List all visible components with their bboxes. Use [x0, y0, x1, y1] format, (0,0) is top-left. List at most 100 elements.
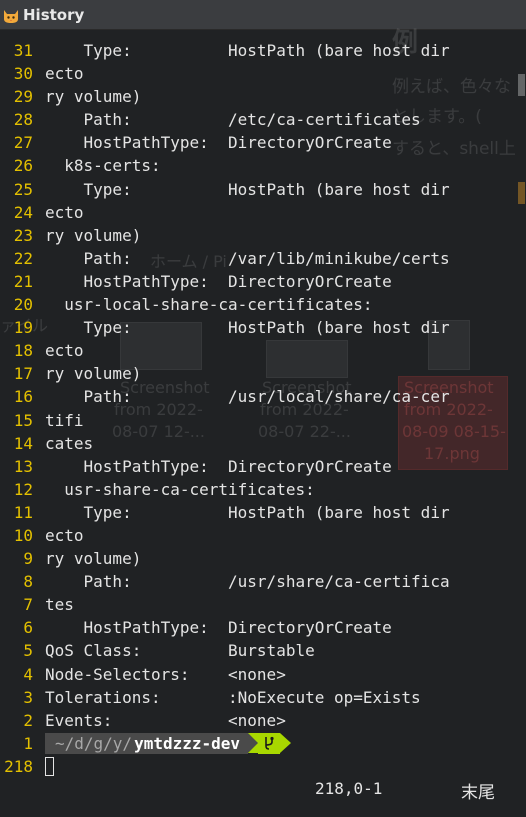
history-line[interactable]: 13 HostPathType: DirectoryOrCreate [0, 455, 526, 478]
line-number: 23 [13, 225, 33, 245]
line-text: cates [45, 433, 94, 453]
history-line[interactable]: 10 ecto [0, 524, 526, 547]
line-number: 10 [13, 525, 33, 545]
line-text: ecto [45, 202, 84, 222]
line-number: 4 [23, 664, 33, 684]
line-number: 24 [13, 202, 33, 222]
line-number: 26 [13, 156, 33, 176]
line-text: HostPathType: DirectoryOrCreate [45, 271, 392, 291]
line-text: Path: /etc/ca-certificates [45, 110, 421, 130]
history-line[interactable]: 11 Type: HostPath (bare host dir [0, 501, 526, 524]
prompt-line[interactable]: 1 ~/d/g/y/ymtdzzz-dev [0, 732, 526, 755]
history-line[interactable]: 5 QoS Class: Burstable [0, 639, 526, 662]
history-line[interactable]: 22 Path: /var/lib/minikube/certs [0, 247, 526, 270]
line-number: 15 [13, 410, 33, 430]
text-cursor [45, 756, 54, 776]
window-title: History [23, 5, 85, 24]
line-number: 20 [13, 295, 33, 315]
history-line[interactable]: 2 Events: <none> [0, 709, 526, 732]
line-number: 31 [13, 41, 33, 60]
history-line[interactable]: 23 ry volume) [0, 224, 526, 247]
line-text: usr-local-share-ca-certificates: [45, 295, 373, 315]
history-line[interactable]: 9 ry volume) [0, 547, 526, 570]
status-line: 218,0-1 末尾 [0, 779, 526, 803]
line-number: 7 [23, 595, 33, 615]
history-line[interactable]: 15 tifi [0, 409, 526, 432]
history-line[interactable]: 19 Type: HostPath (bare host dir [0, 316, 526, 339]
line-number: 30 [13, 64, 33, 84]
history-line[interactable]: 7 tes [0, 593, 526, 616]
line-number: 5 [23, 641, 33, 661]
line-number: 3 [23, 687, 33, 707]
line-number: 9 [23, 549, 33, 569]
history-line[interactable]: 16 Path: /usr/local/share/ca-cer [0, 385, 526, 408]
line-text: HostPathType: DirectoryOrCreate [45, 456, 392, 476]
line-text: Path: /usr/local/share/ca-cer [45, 387, 450, 407]
history-line[interactable]: 18 ecto [0, 339, 526, 362]
line-number: 16 [13, 387, 33, 407]
line-text: Node-Selectors: <none> [45, 664, 286, 684]
cat-icon [4, 9, 18, 23]
powerline-separator [248, 733, 259, 754]
history-line[interactable]: 21 HostPathType: DirectoryOrCreate [0, 270, 526, 293]
history-line[interactable]: 24 ecto [0, 201, 526, 224]
history-line[interactable]: 26 k8s-certs: [0, 154, 526, 177]
line-number: 17 [13, 364, 33, 384]
line-text: usr-share-ca-certificates: [45, 479, 315, 499]
line-number: 29 [13, 87, 33, 107]
current-line[interactable]: 218 [0, 755, 526, 778]
line-number: 8 [23, 572, 33, 592]
line-text: ecto [45, 64, 84, 84]
line-text: Type: HostPath (bare host dir [45, 41, 450, 60]
line-number: 2 [23, 710, 33, 730]
line-number: 12 [13, 479, 33, 499]
git-branch-icon [265, 736, 274, 750]
title-bar[interactable]: History [0, 0, 526, 30]
line-text: HostPathType: DirectoryOrCreate [45, 133, 392, 153]
cursor-position: 218,0-1 [315, 779, 383, 798]
line-text: Type: HostPath (bare host dir [45, 502, 450, 522]
prompt-path-segment: ~/d/g/y/ymtdzzz-dev [45, 732, 249, 754]
history-line[interactable]: 12 usr-share-ca-certificates: [0, 478, 526, 501]
line-number: 13 [13, 456, 33, 476]
shell-prompt: ~/d/g/y/ymtdzzz-dev [45, 732, 292, 754]
line-number: 11 [13, 502, 33, 522]
history-line[interactable]: 31 Type: HostPath (bare host dir [0, 39, 526, 62]
line-text: ecto [45, 525, 84, 545]
prompt-git-segment [258, 732, 281, 754]
history-line[interactable]: 17 ry volume) [0, 362, 526, 385]
editor-buffer[interactable]: 31 Type: HostPath (bare host dir 30 ecto 29… [0, 39, 526, 778]
history-line[interactable]: 25 Type: HostPath (bare host dir [0, 178, 526, 201]
line-number: 28 [13, 110, 33, 130]
line-number: 18 [13, 341, 33, 361]
history-line[interactable]: 29 ry volume) [0, 85, 526, 108]
line-text: Events: <none> [45, 710, 286, 730]
line-number: 19 [13, 318, 33, 338]
line-number: 218 [4, 756, 33, 776]
history-line[interactable]: 30 ecto [0, 62, 526, 85]
line-text: Path: /usr/share/ca-certifica [45, 572, 450, 592]
history-line[interactable]: 4 Node-Selectors: <none> [0, 663, 526, 686]
line-number: 6 [23, 618, 33, 638]
line-text: k8s-certs: [45, 156, 161, 176]
history-line[interactable]: 14 cates [0, 432, 526, 455]
history-line[interactable]: 6 HostPathType: DirectoryOrCreate [0, 616, 526, 639]
prompt-host: ymtdzzz-dev [134, 733, 241, 753]
line-text: ry volume) [45, 87, 142, 107]
scroll-position: 末尾 [461, 783, 495, 803]
line-text: tifi [45, 410, 84, 430]
line-number: 25 [13, 179, 33, 199]
line-text: ecto [45, 341, 84, 361]
history-line[interactable]: 20 usr-local-share-ca-certificates: [0, 293, 526, 316]
history-line[interactable]: 8 Path: /usr/share/ca-certifica [0, 570, 526, 593]
history-line[interactable]: 3 Tolerations: :NoExecute op=Exists [0, 686, 526, 709]
history-window: History 例 例えば、色々な とします。( すると、shell上 ホーム … [0, 0, 526, 817]
line-number: 14 [13, 433, 33, 453]
line-text: Type: HostPath (bare host dir [45, 318, 450, 338]
line-text: tes [45, 595, 74, 615]
line-text: HostPathType: DirectoryOrCreate [45, 618, 392, 638]
history-line[interactable]: 28 Path: /etc/ca-certificates [0, 108, 526, 131]
line-number: 27 [13, 133, 33, 153]
prompt-path: ~/d/g/y/ [55, 733, 133, 753]
history-line[interactable]: 27 HostPathType: DirectoryOrCreate [0, 131, 526, 154]
